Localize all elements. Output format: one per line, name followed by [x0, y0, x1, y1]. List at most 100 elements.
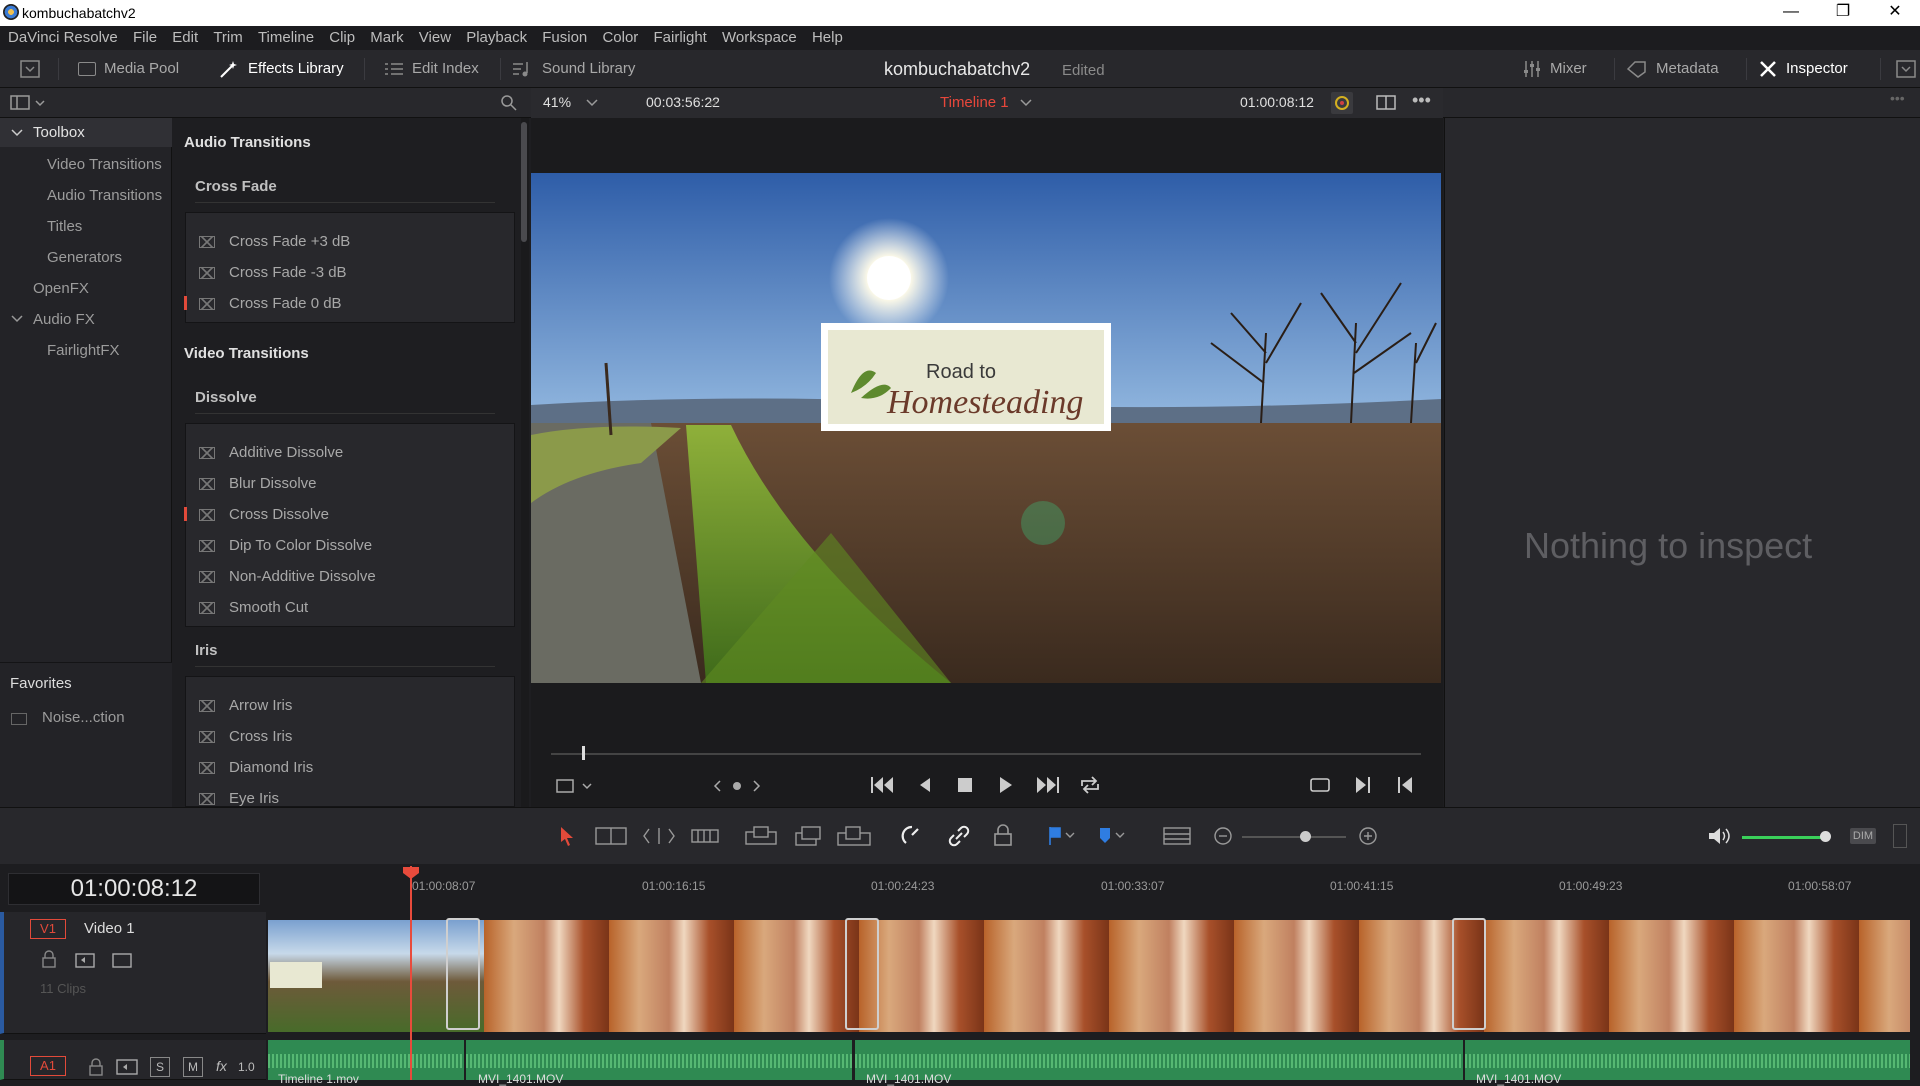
timeline-name-dropdown[interactable]: Timeline 1 [940, 94, 1009, 111]
go-to-start-icon[interactable] [868, 774, 896, 796]
menu-timeline[interactable]: Timeline [258, 26, 314, 46]
next-edit-icon[interactable] [1352, 774, 1374, 796]
zoom-level[interactable]: 41% [543, 94, 571, 110]
close-button[interactable]: ✕ [1872, 0, 1918, 26]
solo-button[interactable]: S [150, 1057, 170, 1077]
scrubber-track[interactable] [551, 753, 1421, 755]
scrubber-playhead[interactable] [582, 746, 585, 760]
menu-file[interactable]: File [133, 26, 157, 46]
marker-icon[interactable] [1096, 825, 1126, 847]
toolbox-root-row[interactable] [0, 118, 172, 147]
effect-item[interactable]: Non-Additive Dissolve [186, 561, 516, 592]
favorite-item[interactable]: Noise...ction [42, 709, 125, 726]
timeline-ruler[interactable] [266, 868, 1920, 912]
effect-item[interactable]: Dip To Color Dissolve [186, 530, 516, 561]
blade-tool-icon[interactable] [690, 825, 720, 847]
zoom-out-icon[interactable] [1212, 825, 1234, 847]
more-options-icon[interactable]: ••• [1412, 90, 1431, 111]
loop-icon[interactable] [1078, 774, 1102, 796]
dynamic-trim-icon[interactable] [642, 825, 676, 847]
snapping-icon[interactable] [900, 823, 924, 849]
media-pool-button[interactable]: Media Pool [66, 50, 191, 88]
chevron-down-icon[interactable] [586, 98, 598, 108]
zoom-slider-handle[interactable] [1300, 831, 1311, 842]
menu-fusion[interactable]: Fusion [542, 26, 587, 46]
effect-item[interactable]: Diamond Iris [186, 752, 516, 783]
track-id-v1[interactable]: V1 [30, 919, 66, 939]
menu-fairlight[interactable]: Fairlight [653, 26, 706, 46]
sound-library-button[interactable]: Sound Library [500, 50, 647, 88]
volume-slider-handle[interactable] [1820, 831, 1831, 842]
stop-icon[interactable] [954, 774, 976, 796]
effect-item[interactable]: Cross Iris [186, 721, 516, 752]
linked-selection-icon[interactable] [946, 823, 972, 849]
flag-icon[interactable] [1046, 825, 1076, 847]
volume-slider[interactable] [1742, 836, 1826, 839]
timeline-playhead[interactable] [410, 866, 412, 1080]
chevron-down-icon[interactable] [1020, 98, 1032, 108]
menu-davinci-resolve[interactable]: DaVinci Resolve [8, 26, 118, 46]
kitchen-clips-strip[interactable] [484, 920, 1910, 1032]
timeline-view-options-icon[interactable] [1162, 825, 1192, 847]
effect-item[interactable]: Cross Fade +3 dB [186, 226, 516, 257]
replace-clip-icon[interactable] [836, 825, 872, 847]
match-frame-icon[interactable] [1308, 774, 1332, 796]
playhead-marker-icon[interactable] [402, 866, 420, 880]
toolbox-root[interactable]: Toolbox [33, 124, 85, 141]
dual-viewer-icon[interactable] [1376, 95, 1396, 111]
auto-select-icon[interactable] [116, 1058, 138, 1076]
track-id-a1[interactable]: A1 [30, 1056, 66, 1076]
transition-marker[interactable] [446, 918, 480, 1030]
video-frame[interactable]: Road to Homesteading [531, 173, 1441, 683]
transition-marker[interactable] [845, 918, 879, 1030]
effect-item[interactable]: Cross Dissolve [184, 499, 516, 530]
trim-tool-icon[interactable] [594, 825, 628, 847]
position-lock-icon[interactable] [992, 823, 1014, 849]
volume-icon[interactable] [1706, 825, 1732, 847]
dim-button[interactable]: DIM [1850, 828, 1876, 844]
step-back-icon[interactable] [914, 774, 936, 796]
zoom-slider[interactable] [1242, 836, 1346, 838]
edit-index-button[interactable]: Edit Index [372, 50, 491, 88]
menu-edit[interactable]: Edit [172, 26, 198, 46]
zoom-in-icon[interactable] [1357, 825, 1379, 847]
sidebar-toggle-icon[interactable] [10, 95, 46, 111]
toolbox-video-transitions[interactable]: Video Transitions [47, 156, 162, 173]
crop-mode-icon[interactable] [555, 776, 595, 796]
previous-edit-icon[interactable] [1394, 774, 1416, 796]
openfx-item[interactable]: OpenFX [33, 280, 89, 297]
inspector-options-icon[interactable]: ••• [1890, 90, 1905, 106]
insert-clip-icon[interactable] [744, 825, 778, 847]
restore-button[interactable]: ❐ [1820, 0, 1866, 26]
effect-item[interactable]: Cross Fade -3 dB [186, 257, 516, 288]
effect-item[interactable]: Arrow Iris [186, 690, 516, 721]
minimize-button[interactable]: — [1768, 0, 1814, 26]
metadata-button[interactable]: Metadata [1614, 50, 1731, 88]
menu-color[interactable]: Color [602, 26, 638, 46]
go-to-end-icon[interactable] [1034, 774, 1062, 796]
play-icon[interactable] [994, 774, 1016, 796]
effect-item[interactable]: Blur Dissolve [186, 468, 516, 499]
chevron-down-icon[interactable] [11, 128, 23, 138]
menu-help[interactable]: Help [812, 26, 843, 46]
search-icon[interactable] [500, 94, 518, 112]
toolbox-titles[interactable]: Titles [47, 218, 82, 235]
jog-control-icon[interactable] [712, 776, 762, 796]
workspace-toggle-button[interactable] [1884, 50, 1920, 88]
menu-workspace[interactable]: Workspace [722, 26, 797, 46]
fx-button[interactable]: fx [216, 1058, 227, 1074]
toolbox-audio-transitions[interactable]: Audio Transitions [47, 187, 162, 204]
menu-playback[interactable]: Playback [466, 26, 527, 46]
color-picker-button[interactable] [1331, 92, 1353, 114]
inspector-button[interactable]: Inspector [1746, 50, 1860, 88]
mute-button[interactable]: M [183, 1057, 203, 1077]
lock-icon[interactable] [88, 1058, 104, 1076]
selection-tool-icon[interactable] [558, 825, 576, 847]
menu-clip[interactable]: Clip [329, 26, 355, 46]
panel-toggle-button[interactable] [8, 50, 52, 88]
effect-item[interactable]: Cross Fade 0 dB [184, 288, 516, 319]
effects-library-button[interactable]: Effects Library [206, 50, 356, 88]
overwrite-clip-icon[interactable] [794, 825, 822, 847]
effects-scroll-thumb[interactable] [521, 122, 527, 242]
transition-marker[interactable] [1452, 918, 1486, 1030]
